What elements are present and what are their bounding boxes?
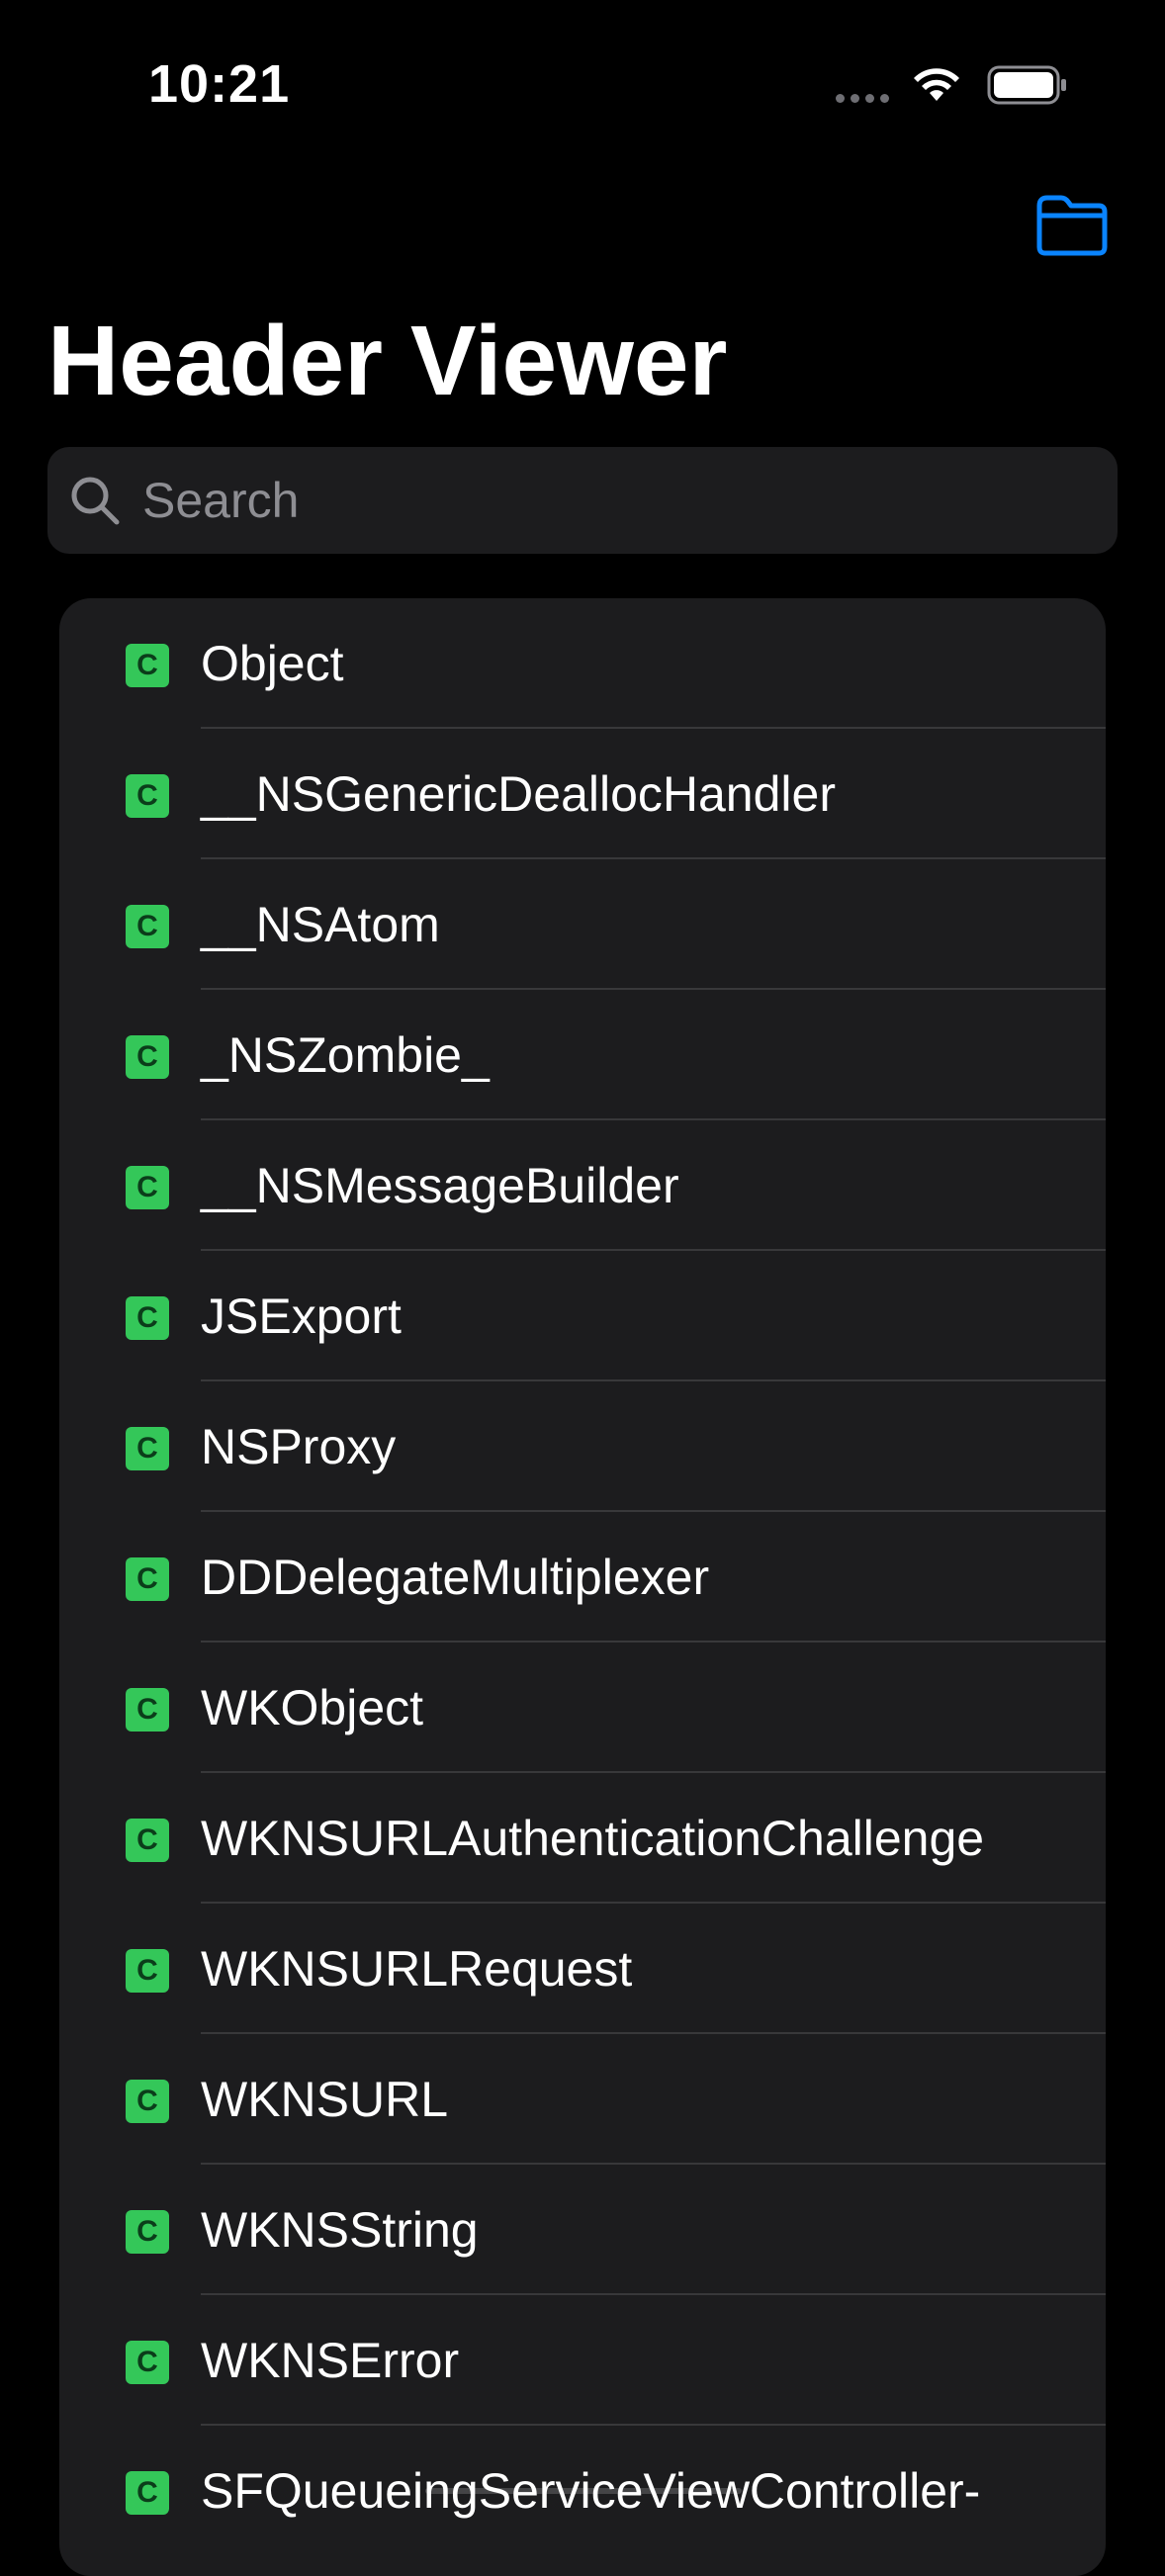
list-item-label: WKNSURLAuthenticationChallenge bbox=[201, 1811, 985, 1866]
battery-icon bbox=[987, 65, 1066, 105]
page-title: Header Viewer bbox=[47, 306, 728, 416]
list-item[interactable]: C JSExport bbox=[59, 1251, 1106, 1381]
class-badge-icon: C bbox=[126, 1427, 169, 1470]
class-badge-icon: C bbox=[126, 2471, 169, 2515]
list-item[interactable]: C WKNSURL bbox=[59, 2034, 1106, 2165]
list-item[interactable]: C WKObject bbox=[59, 1643, 1106, 1773]
list-item-label: __NSAtom bbox=[201, 897, 440, 952]
search-icon bbox=[71, 477, 120, 525]
search-input[interactable]: Search bbox=[142, 472, 299, 529]
list-item-label: _NSZombie_ bbox=[201, 1027, 490, 1083]
list-item[interactable]: C __NSAtom bbox=[59, 859, 1106, 990]
list-item-label: WKNSError bbox=[201, 2333, 460, 2388]
class-badge-icon: C bbox=[126, 2210, 169, 2254]
list-item-label: __NSMessageBuilder bbox=[201, 1158, 679, 1213]
list-item[interactable]: C DDDelegateMultiplexer bbox=[59, 1512, 1106, 1643]
status-bar: 10:21 bbox=[0, 0, 1165, 148]
list-item-label: NSProxy bbox=[201, 1419, 397, 1474]
list-item[interactable]: C WKNSString bbox=[59, 2165, 1106, 2295]
class-badge-icon: C bbox=[126, 644, 169, 687]
class-badge-icon: C bbox=[126, 774, 169, 818]
list-item[interactable]: C WKNSURLRequest bbox=[59, 1904, 1106, 2034]
list-item-label: WKNSURLRequest bbox=[201, 1941, 633, 1997]
search-bar[interactable]: Search bbox=[47, 447, 1118, 554]
class-badge-icon: C bbox=[126, 2080, 169, 2123]
class-badge-icon: C bbox=[126, 1296, 169, 1340]
class-badge-icon: C bbox=[126, 1166, 169, 1209]
class-badge-icon: C bbox=[126, 1557, 169, 1601]
class-badge-icon: C bbox=[126, 2341, 169, 2384]
list-item-label: Object bbox=[201, 636, 344, 691]
list-item-label: JSExport bbox=[201, 1288, 402, 1344]
class-badge-icon: C bbox=[126, 1688, 169, 1732]
list-item[interactable]: C NSProxy bbox=[59, 1381, 1106, 1512]
list-item[interactable]: C _NSZombie_ bbox=[59, 990, 1106, 1120]
list-item[interactable]: C __NSMessageBuilder bbox=[59, 1120, 1106, 1251]
folder-icon[interactable] bbox=[1033, 192, 1111, 257]
home-indicator bbox=[425, 2488, 742, 2494]
list-item[interactable]: C Object bbox=[59, 598, 1106, 729]
class-badge-icon: C bbox=[126, 1819, 169, 1862]
list-item[interactable]: C WKNSError bbox=[59, 2295, 1106, 2426]
list-item[interactable]: C __NSGenericDeallocHandler bbox=[59, 729, 1106, 859]
class-badge-icon: C bbox=[126, 1035, 169, 1079]
list-item-label: DDDelegateMultiplexer bbox=[201, 1550, 710, 1605]
status-time: 10:21 bbox=[148, 54, 291, 114]
class-badge-icon: C bbox=[126, 1949, 169, 1993]
list-item-label: __NSGenericDeallocHandler bbox=[201, 766, 836, 822]
class-list: C Object C __NSGenericDeallocHandler C __NSAt… bbox=[59, 598, 1106, 2576]
wifi-icon bbox=[914, 68, 959, 101]
class-badge-icon: C bbox=[126, 905, 169, 948]
cellular-signal-icon bbox=[836, 94, 889, 103]
list-item-label: WKObject bbox=[201, 1680, 424, 1735]
list-item-label: WKNSString bbox=[201, 2202, 479, 2258]
list-item-label: WKNSURL bbox=[201, 2072, 449, 2127]
list-item[interactable]: C WKNSURLAuthenticationChallenge bbox=[59, 1773, 1106, 1904]
